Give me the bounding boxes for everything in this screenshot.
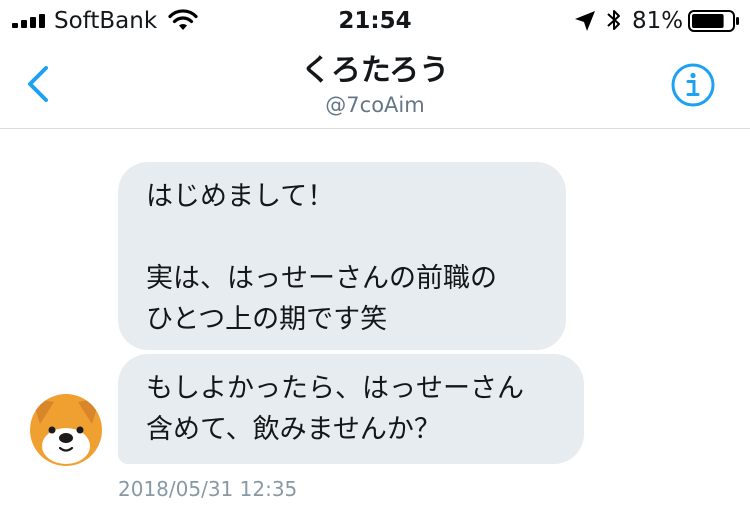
message-line: ひとつ上の期です笑 [146, 304, 388, 335]
message-line: 含めて、飲みませんか？ [146, 414, 441, 445]
status-bar: SoftBank 21:54 81% [0, 0, 750, 40]
message-line: はじめまして！ [146, 181, 335, 212]
contact-name: くろたろう [300, 53, 450, 88]
contact-handle: @7coAim [325, 93, 425, 117]
location-arrow-icon [575, 11, 595, 31]
battery-percent: 81% [632, 8, 684, 34]
battery-icon [688, 10, 739, 32]
message-timestamp: 2018/05/31 12:35 [118, 477, 298, 501]
bluetooth-icon [607, 10, 620, 30]
message-bubble[interactable]: もしよかったら、はっせーさん 含めて、飲みませんか？ [118, 354, 584, 464]
message-bubble[interactable]: はじめまして！ 実は、はっせーさんの前職の ひとつ上の期です笑 [118, 162, 566, 350]
info-icon[interactable] [670, 62, 716, 108]
message-line: 実は、はっせーさんの前職の [146, 263, 497, 294]
conversation-header: くろたろう @7coAim [0, 40, 750, 129]
message-line [146, 217, 566, 258]
message-line: もしよかったら、はっせーさん [146, 373, 524, 404]
avatar[interactable] [30, 394, 102, 466]
